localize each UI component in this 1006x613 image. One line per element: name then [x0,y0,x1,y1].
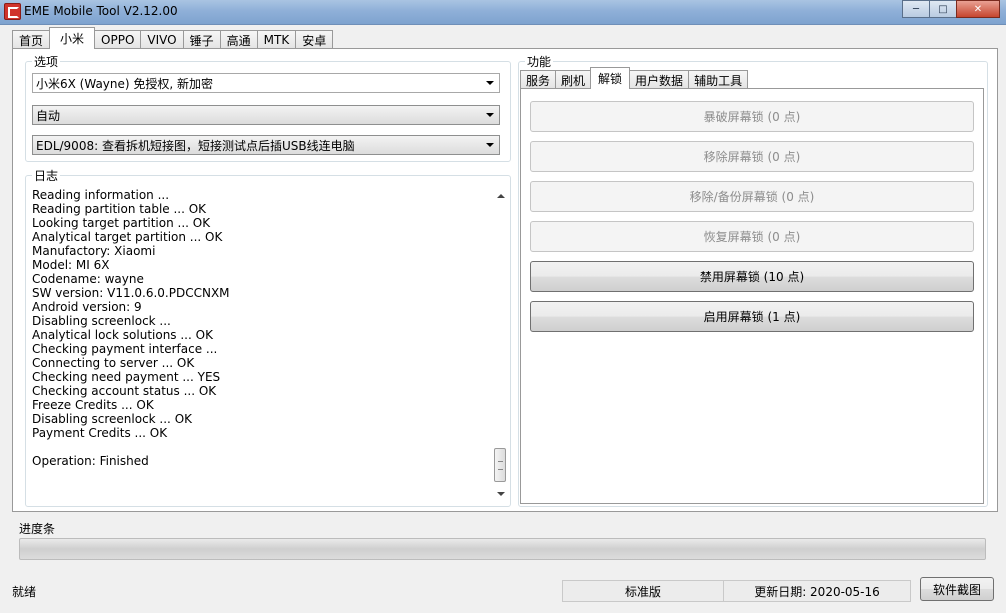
log-line: Freeze Credits ... OK [32,398,154,412]
log-line: Checking need payment ... YES [32,370,221,384]
edition-label: 标准版 [562,580,724,602]
log-line: SW version: V11.0.6.0.PDCCNXM [32,286,230,300]
log-line: Checking payment interface ... [32,342,218,356]
restore-screenlock-button[interactable]: 恢复屏幕锁 (0 点) [530,221,974,252]
edl-select[interactable]: EDL/9008: 查看拆机短接图，短接测试点后插USB线连电脑 [32,135,500,155]
log-group-label: 日志 [32,167,61,184]
log-line: Looking target partition ... OK [32,216,211,230]
log-line: Codename: wayne [32,272,144,286]
chevron-down-icon [486,113,494,117]
enable-screenlock-button[interactable]: 启用屏幕锁 (1 点) [530,301,974,332]
log-line: Checking account status ... OK [32,384,217,398]
window-title: EME Mobile Tool V2.12.00 [24,4,178,18]
tab-flash[interactable]: 刷机 [555,70,592,89]
update-date-text: 更新日期: 2020-05-16 [754,584,880,599]
unlock-tab-panel: 暴破屏幕锁 (0 点) 移除屏幕锁 (0 点) 移除/备份屏幕锁 (0 点) 恢… [520,88,984,504]
tab-android[interactable]: 安卓 [295,30,334,49]
function-tab-bar: 服务 刷机 解锁 用户数据 辅助工具 [520,67,749,89]
scroll-down-icon[interactable] [497,492,505,496]
tab-smartisan[interactable]: 锤子 [182,30,221,49]
mode-select[interactable]: 自动 [32,105,500,125]
log-line: Model: MI 6X [32,258,110,272]
close-button[interactable]: ✕ [956,0,1000,18]
minimize-button[interactable]: ─ [902,0,930,18]
tab-service[interactable]: 服务 [520,70,557,89]
log-line: Android version: 9 [32,300,142,314]
progress-label: 进度条 [19,522,56,536]
log-line: Reading partition table ... OK [32,202,207,216]
log-line: Analytical target partition ... OK [32,230,223,244]
title-bar: EME Mobile Tool V2.12.00 ─ □ ✕ [0,0,1006,25]
tab-oppo[interactable]: OPPO [94,30,142,49]
main-tab-bar: 首页 小米 OPPO VIVO 锤子 高通 MTK 安卓 [12,27,334,49]
brute-force-screenlock-button[interactable]: 暴破屏幕锁 (0 点) [530,101,974,132]
model-select-value: 小米6X (Wayne) 免授权, 新加密 [36,76,214,91]
mode-select-value: 自动 [36,108,61,123]
tab-tools[interactable]: 辅助工具 [688,70,749,89]
options-group-label: 选项 [32,53,61,70]
screenshot-button[interactable]: 软件截图 [920,577,994,601]
log-line: Manufactory: Xiaomi [32,244,156,258]
edl-select-value: EDL/9008: 查看拆机短接图，短接测试点后插USB线连电脑 [36,138,355,153]
chevron-down-icon [486,143,494,147]
tab-mtk[interactable]: MTK [256,30,297,49]
model-select[interactable]: 小米6X (Wayne) 免授权, 新加密 [32,73,500,93]
log-scrollbar[interactable] [493,188,508,502]
app-logo-icon [4,3,21,20]
log-line: Disabling screenlock ... OK [32,412,193,426]
tab-unlock[interactable]: 解锁 [590,67,631,89]
progress-bar [19,538,986,560]
log-line: Connecting to server ... OK [32,356,195,370]
chevron-down-icon [486,81,494,85]
tab-qualcomm[interactable]: 高通 [219,30,258,49]
update-date-label: 更新日期: 2020-05-16 [723,580,911,602]
window-controls: ─ □ ✕ [902,0,1000,18]
status-bar: 就绪 标准版 更新日期: 2020-05-16 软件截图 [0,575,1006,613]
log-group: 日志 Reading information ... Reading partit… [25,167,511,507]
maximize-button[interactable]: □ [929,0,957,18]
edition-text: 标准版 [624,584,661,599]
log-line: Payment Credits ... OK [32,426,168,440]
tab-user-data[interactable]: 用户数据 [629,70,690,89]
status-text: 就绪 [12,585,37,599]
remove-backup-screenlock-button[interactable]: 移除/备份屏幕锁 (0 点) [530,181,974,212]
log-line: Reading information ... [32,188,170,202]
log-output: Reading information ... Reading partition… [32,188,504,504]
tab-xiaomi[interactable]: 小米 [49,27,96,49]
tab-vivo[interactable]: VIVO [140,30,184,49]
log-line: Disabling screenlock ... [32,314,171,328]
log-line: Analytical lock solutions ... OK [32,328,213,342]
log-line: Operation: Finished [32,454,149,468]
scroll-thumb[interactable] [494,448,506,482]
remove-screenlock-button[interactable]: 移除屏幕锁 (0 点) [530,141,974,172]
options-group: 选项 小米6X (Wayne) 免授权, 新加密 自动 EDL/9008: 查看… [25,53,511,162]
tab-home[interactable]: 首页 [12,30,51,49]
scroll-up-icon[interactable] [497,194,505,198]
disable-screenlock-button[interactable]: 禁用屏幕锁 (10 点) [530,261,974,292]
